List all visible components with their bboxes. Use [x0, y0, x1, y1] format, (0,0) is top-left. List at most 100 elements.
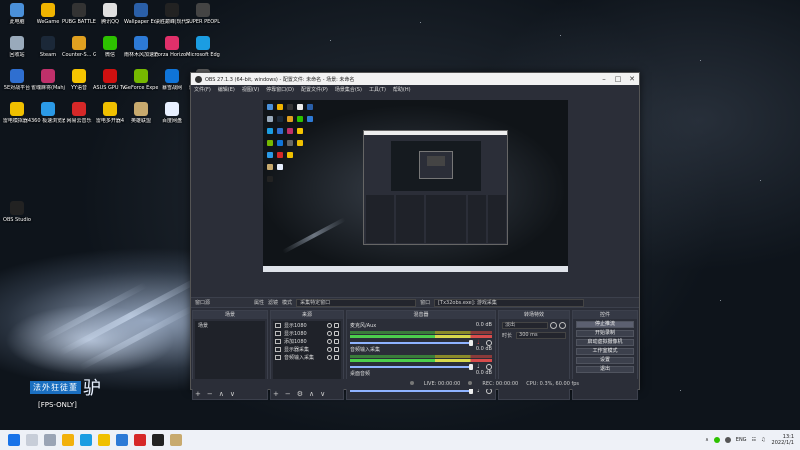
control-button[interactable]: 退出 [576, 366, 634, 373]
desktop-shortcut[interactable]: GeForce Experience [124, 69, 158, 91]
volume-fader[interactable] [350, 340, 473, 346]
desktop-shortcut[interactable]: 微信 [93, 36, 127, 58]
desktop-shortcut[interactable]: 回收站 [0, 36, 34, 58]
obs-window[interactable]: OBS 27.1.3 (64-bit, windows) - 配置文件: 未命名… [190, 72, 640, 400]
window-select[interactable]: [Tx32obs.exe]: 游戏采集 [434, 298, 585, 307]
file-explorer-icon[interactable] [98, 434, 110, 446]
duration-input[interactable]: 300 ms [516, 332, 566, 339]
desktop-shortcut[interactable]: 腾讯QQ [93, 3, 127, 25]
desktop-shortcut[interactable]: 雷电多开器4 [93, 102, 127, 124]
control-button[interactable]: 开始录制 [576, 330, 634, 337]
source-properties-gear-icon[interactable]: ⚙ [297, 390, 303, 398]
tray-chevron-icon[interactable]: ∧ [705, 437, 709, 443]
volume-fader[interactable] [350, 388, 473, 394]
wechat-tray-icon[interactable] [713, 437, 720, 443]
obs-taskbar-icon[interactable] [152, 434, 164, 446]
visibility-eye-icon[interactable] [327, 330, 332, 336]
remove-scene-button[interactable]: − [207, 390, 213, 398]
desktop-shortcut[interactable]: Forza Horizon 5 [155, 36, 189, 58]
lock-icon[interactable] [334, 354, 339, 360]
windows-start-icon[interactable] [8, 434, 20, 446]
visibility-eye-icon[interactable] [327, 346, 332, 352]
menu-item[interactable]: 帮助(H) [393, 86, 411, 93]
source-item[interactable]: 显示器采集 [273, 345, 341, 353]
source-item[interactable]: 添加1080 [273, 337, 341, 345]
desktop-shortcut[interactable]: 暴雪战网 [155, 69, 189, 91]
close-button[interactable]: ✕ [625, 73, 639, 85]
volume-icon[interactable]: ♫ [761, 437, 765, 443]
desktop-shortcut[interactable]: 此电脑 [0, 3, 34, 25]
menu-item[interactable]: 视图(V) [242, 86, 259, 93]
desktop-shortcut[interactable]: 百度网盘 [155, 102, 189, 124]
move-source-down-button[interactable]: ∨ [320, 390, 325, 398]
obs-titlebar[interactable]: OBS 27.1.3 (64-bit, windows) - 配置文件: 未命名… [191, 73, 639, 85]
desktop-shortcut[interactable]: YY语音 [62, 69, 96, 91]
desktop-shortcut[interactable]: 决胜巅峰|现代战争 [155, 3, 189, 25]
desktop-shortcut[interactable]: Wallpaper Engine:... [124, 3, 158, 25]
desktop-shortcut[interactable]: Counter-S... Global Off... [62, 36, 96, 58]
search-icon[interactable] [26, 434, 38, 446]
remove-source-button[interactable]: − [285, 390, 291, 398]
netease-music-taskbar-icon[interactable] [134, 434, 146, 446]
desktop-shortcut[interactable]: 360 极速浏览器X [31, 102, 65, 124]
wifi-icon[interactable]: ☷ [752, 437, 756, 443]
minimize-button[interactable]: – [597, 73, 611, 85]
lock-icon[interactable] [334, 322, 339, 328]
control-button[interactable]: 设置 [576, 357, 634, 364]
transition-gear-icon[interactable] [559, 322, 566, 329]
scenes-list[interactable]: 场景 [195, 321, 265, 387]
menu-item[interactable]: 配置文件(P) [301, 86, 328, 93]
menu-item[interactable]: 工具(T) [369, 86, 386, 93]
desktop-shortcut[interactable]: 英雄联盟 [124, 102, 158, 124]
desktop-shortcut[interactable]: 5E对战平台 [0, 69, 34, 91]
visibility-eye-icon[interactable] [327, 338, 332, 344]
volume-fader[interactable] [350, 364, 473, 370]
source-item[interactable]: 显示1080 [273, 321, 341, 329]
transition-type-select[interactable]: 淡出 [502, 322, 548, 329]
visibility-eye-icon[interactable] [327, 322, 332, 328]
system-clock[interactable]: 13:1 2022/1/1 [772, 434, 794, 446]
chrome-icon[interactable] [62, 434, 74, 446]
desktop-shortcut[interactable]: 雀魂麻将(Mahjong... [31, 69, 65, 91]
desktop-shortcut[interactable]: 雷电模拟器4 [0, 102, 34, 124]
add-transition-plus-icon[interactable] [550, 322, 557, 329]
desktop-shortcut[interactable]: 雨林木风加速器5.0 [124, 36, 158, 58]
desktop-shortcut[interactable]: PUBG BATTLEGR... [62, 3, 96, 25]
mail-icon[interactable] [116, 434, 128, 446]
desktop-shortcut[interactable]: SUPER PEOPLE CBT [186, 3, 220, 25]
network-tray-icon[interactable] [724, 437, 731, 443]
maximize-button[interactable]: □ [611, 73, 625, 85]
lock-icon[interactable] [334, 346, 339, 352]
move-scene-up-button[interactable]: ∧ [219, 390, 224, 398]
scene-item[interactable]: 场景 [195, 321, 265, 330]
sources-list[interactable]: 显示1080 显示1080 添加1080 显示器采集 音频输入采集 [273, 321, 341, 387]
add-source-button[interactable]: + [273, 390, 279, 398]
add-scene-button[interactable]: + [195, 390, 201, 398]
lock-icon[interactable] [334, 338, 339, 344]
control-button[interactable]: 启动虚拟摄像机 [576, 339, 634, 346]
move-source-up-button[interactable]: ∧ [309, 390, 314, 398]
source-item[interactable]: 显示1080 [273, 329, 341, 337]
control-button[interactable]: 工作室模式 [576, 348, 634, 355]
menu-item[interactable]: 停靠窗口(D) [266, 86, 294, 93]
properties-button[interactable]: 属性 [254, 299, 264, 306]
desktop-shortcut[interactable]: 网易云音乐 [62, 102, 96, 124]
filters-button[interactable]: 滤镜 [268, 299, 278, 306]
task-view-icon[interactable] [44, 434, 56, 446]
control-button[interactable]: 停止推流 [576, 321, 634, 328]
desktop-shortcut[interactable]: Steam [31, 36, 65, 58]
desktop-shortcut[interactable]: WeGame [31, 3, 65, 25]
desktop-shortcut[interactable]: ASUS GPU Tweakll [93, 69, 127, 91]
desktop-shortcut[interactable]: OBS Studio [0, 201, 34, 223]
lock-icon[interactable] [334, 330, 339, 336]
desktop-shortcut[interactable]: Microsoft Edge [186, 36, 220, 58]
mode-select[interactable]: 采集特定窗口 [296, 298, 417, 307]
edge-taskbar-icon[interactable] [80, 434, 92, 446]
preview-canvas[interactable] [263, 100, 568, 272]
menu-item[interactable]: 场景集合(S) [335, 86, 362, 93]
language-indicator[interactable]: ENG [736, 437, 747, 443]
game-taskbar-icon[interactable] [170, 434, 182, 446]
source-item[interactable]: 音频输入采集 [273, 353, 341, 361]
menu-item[interactable]: 编辑(E) [218, 86, 235, 93]
move-scene-down-button[interactable]: ∨ [230, 390, 235, 398]
